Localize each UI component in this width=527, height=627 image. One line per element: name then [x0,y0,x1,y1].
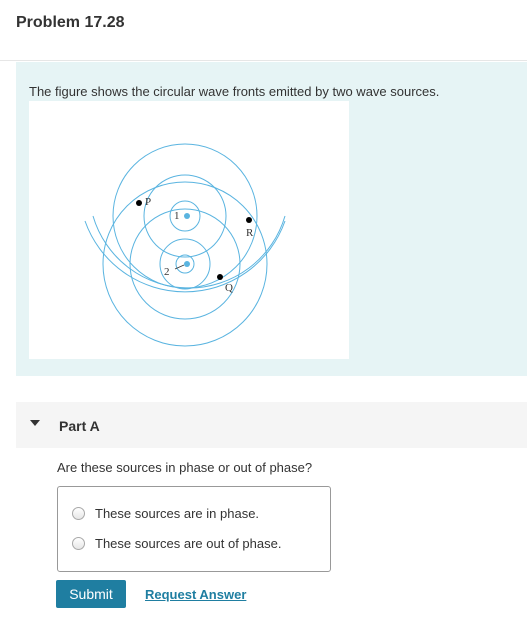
point-q-label: Q [225,282,233,294]
source-1-label: 1 [174,210,180,222]
point-r-label: R [246,227,254,239]
point-p [136,200,142,206]
caret-down-icon[interactable] [30,420,40,426]
radio-button[interactable] [72,506,85,520]
point-p-label: P [145,196,151,208]
option-in-phase[interactable]: These sources are in phase. [72,504,259,522]
answer-options: These sources are in phase. These source… [57,486,331,572]
problem-intro-panel: The figure shows the circular wave front… [16,62,527,376]
wave-figure: 1 2 P R Q [29,101,349,359]
part-a-title: Part A [59,418,100,434]
intro-text: The figure shows the circular wave front… [29,84,440,99]
option-label: These sources are in phase. [95,505,260,521]
question-text: Are these sources in phase or out of pha… [57,460,313,475]
problem-title: Problem 17.28 [16,14,125,31]
wavefront-diagram: 1 2 P R Q [84,143,286,347]
divider [0,60,527,61]
submit-button[interactable]: Submit [56,580,126,608]
option-out-of-phase[interactable]: These sources are out of phase. [72,534,281,552]
source-2-marker [184,261,190,267]
source-2-label: 2 [164,266,170,278]
radio-button[interactable] [72,536,85,550]
source-1-marker [184,213,190,219]
option-label: These sources are out of phase. [95,535,282,551]
request-answer-link[interactable]: Request Answer [145,587,246,602]
point-q [217,274,223,280]
part-a-header[interactable]: Part A [16,402,527,448]
point-r [246,217,252,223]
